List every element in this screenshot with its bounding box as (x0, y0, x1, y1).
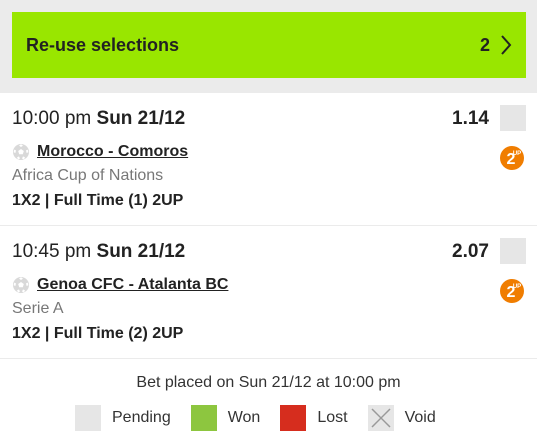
legend-item-won: Won (190, 405, 261, 431)
void-cross-icon (371, 408, 391, 428)
legend-label: Void (404, 409, 436, 426)
league-name: Africa Cup of Nations (12, 167, 164, 184)
status-legend: Pending Won Lost Void (75, 405, 456, 431)
svg-text:UP: UP (513, 151, 521, 157)
selection-status-pending (500, 105, 526, 131)
match-link[interactable]: Genoa CFC - Atalanta BC (37, 276, 228, 294)
selection-datetime: 10:45 pm Sun 21/12 (12, 241, 185, 263)
selection-date: Sun 21/12 (96, 241, 186, 262)
2up-badge-icon: 2 UP (500, 146, 524, 170)
selection-datetime: 10:00 pm Sun 21/12 (12, 108, 185, 130)
2up-badge-icon: 2 UP (500, 279, 524, 303)
market-description: 1X2 | Full Time (2) 2UP (12, 325, 184, 342)
legend-label: Lost (317, 409, 348, 426)
legend-item-pending: Pending (75, 405, 171, 431)
legend-swatch-pending (75, 405, 101, 431)
soccer-ball-icon (13, 277, 29, 293)
selection-card: 10:45 pm Sun 21/12 2.07 Genoa CFC - Atal… (0, 226, 537, 358)
selection-time: 10:45 pm (12, 241, 92, 262)
selection-match-row: Morocco - Comoros (12, 143, 188, 161)
reuse-selections-count: 2 (479, 34, 490, 55)
legend-swatch-lost (280, 405, 307, 431)
legend-item-lost: Lost (280, 405, 348, 431)
selection-card: 10:00 pm Sun 21/12 1.14 Morocco - Comoro… (0, 93, 537, 225)
bet-footer: Bet placed on Sun 21/12 at 10:00 pm Pend… (0, 359, 537, 440)
market-description: 1X2 | Full Time (1) 2UP (12, 192, 184, 209)
svg-text:UP: UP (513, 284, 521, 290)
legend-item-void: Void (367, 405, 436, 431)
legend-label: Pending (112, 409, 171, 426)
bet-placed-info: Bet placed on Sun 21/12 at 10:00 pm (136, 374, 401, 391)
selection-date: Sun 21/12 (96, 108, 186, 129)
soccer-ball-icon (13, 144, 29, 160)
reuse-selections-label: Re-use selections (26, 34, 180, 55)
reuse-selections-button[interactable]: Re-use selections 2 (12, 12, 526, 78)
legend-swatch-won (190, 405, 217, 431)
legend-label: Won (227, 409, 261, 426)
selection-status-pending (500, 238, 526, 264)
selection-odds: 2.07 (452, 241, 489, 262)
selection-time: 10:00 pm (12, 108, 92, 129)
chevron-right-icon (501, 35, 512, 55)
selection-odds: 1.14 (452, 108, 489, 129)
selection-match-row: Genoa CFC - Atalanta BC (12, 276, 228, 294)
match-link[interactable]: Morocco - Comoros (37, 143, 188, 161)
legend-swatch-void (367, 405, 394, 431)
league-name: Serie A (12, 300, 64, 317)
